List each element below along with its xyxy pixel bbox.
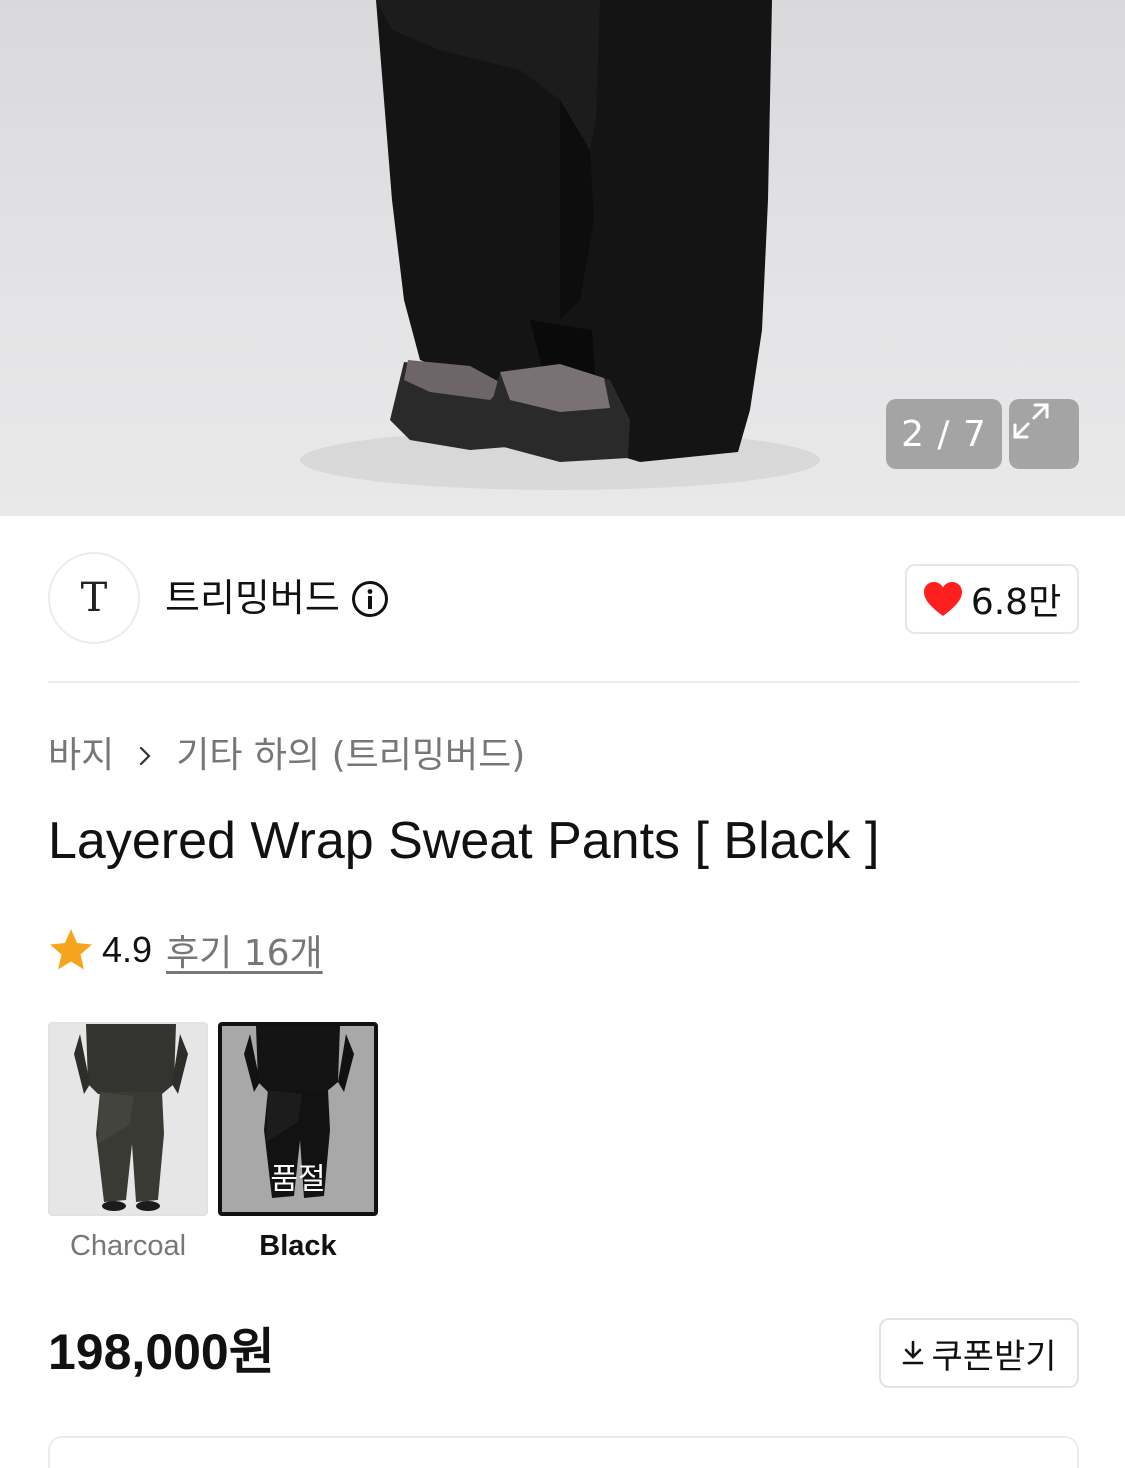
brand-name[interactable]: 트리밍버드 bbox=[165, 573, 340, 623]
expand-button[interactable] bbox=[1009, 399, 1079, 469]
color-option-label: Charcoal bbox=[69, 1230, 187, 1262]
color-option-charcoal[interactable] bbox=[48, 1022, 208, 1216]
breadcrumb-subcategory[interactable]: 기타 하의 (트리밍버드) bbox=[176, 733, 525, 779]
star-icon bbox=[50, 929, 92, 970]
brand-logo[interactable]: T bbox=[48, 552, 140, 644]
review-count-link[interactable]: 후기 16개 bbox=[166, 924, 323, 976]
breadcrumb: 바지 기타 하의 (트리밍버드) bbox=[48, 733, 525, 779]
rating-row: 4.9 후기 16개 bbox=[48, 925, 323, 975]
next-section-card bbox=[48, 1436, 1079, 1468]
download-icon bbox=[903, 1340, 924, 1365]
breadcrumb-category[interactable]: 바지 bbox=[48, 733, 114, 779]
chevron-right-icon bbox=[140, 746, 151, 766]
soldout-badge: 품절 bbox=[270, 1162, 326, 1197]
divider bbox=[48, 681, 1079, 683]
heart-icon bbox=[923, 582, 962, 616]
coupon-button[interactable]: 쿠폰받기 bbox=[879, 1318, 1079, 1388]
like-button[interactable]: 6.8만 bbox=[905, 564, 1079, 634]
expand-icon bbox=[1013, 403, 1049, 439]
image-counter: 2 / 7 bbox=[886, 399, 1002, 469]
product-price: 198,000원 bbox=[48, 1324, 275, 1380]
product-image-gallery[interactable]: 2 / 7 bbox=[0, 0, 1125, 516]
option-thumbnail bbox=[50, 1024, 206, 1214]
color-option-label: Black bbox=[259, 1230, 337, 1262]
info-icon[interactable] bbox=[351, 580, 389, 618]
like-count: 6.8만 bbox=[970, 582, 1062, 623]
product-title: Layered Wrap Sweat Pants [ Black ] bbox=[48, 812, 880, 870]
color-option-black[interactable]: 품절 bbox=[218, 1022, 378, 1216]
rating-value: 4.9 bbox=[102, 929, 153, 970]
coupon-label: 쿠폰받기 bbox=[931, 1336, 1057, 1377]
